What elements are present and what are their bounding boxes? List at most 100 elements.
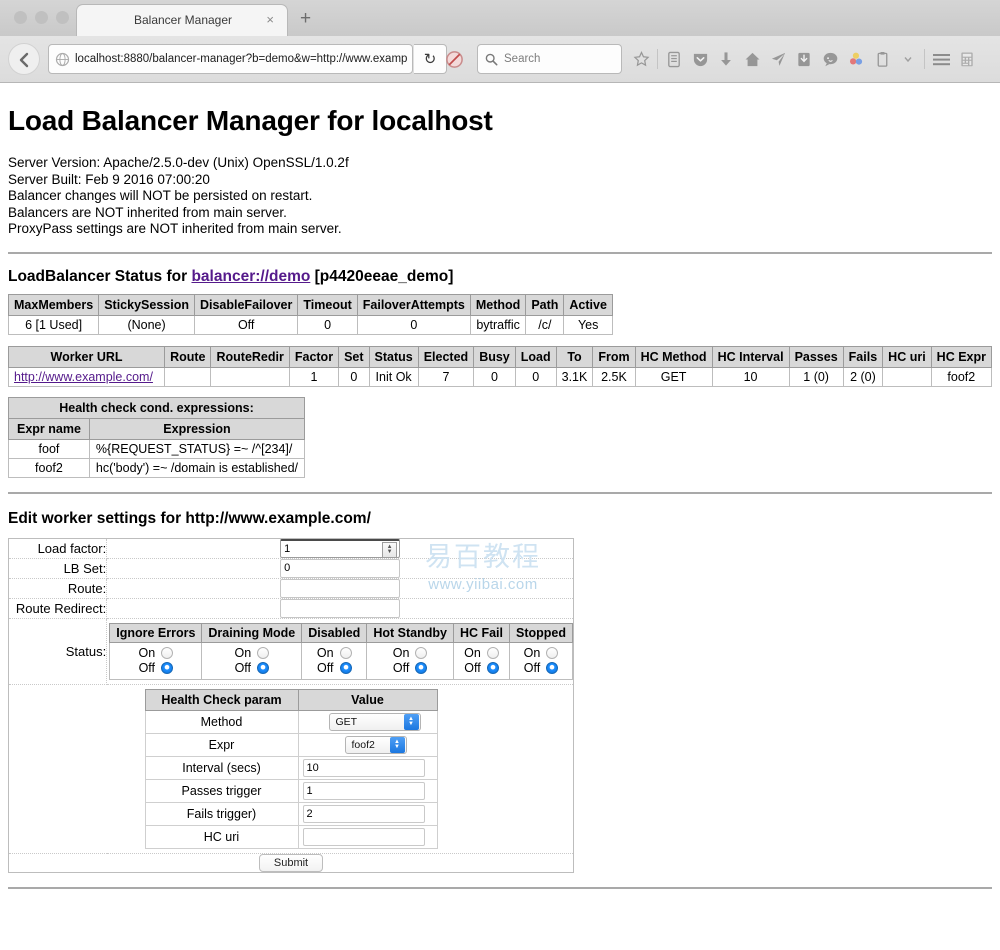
chat-icon[interactable] <box>817 44 843 74</box>
reload-button[interactable]: ↻ <box>414 44 447 74</box>
home-icon[interactable] <box>739 44 765 74</box>
balancer-link[interactable]: balancer://demo <box>191 268 310 285</box>
table-row: http://www.example.com/ 1 0 Init Ok 7 0 … <box>7 366 993 387</box>
back-button[interactable] <box>8 43 40 75</box>
col-hot-standby: Hot Standby <box>366 622 454 643</box>
route-input[interactable] <box>280 578 401 598</box>
table-header-row: Ignore Errors Draining Mode Disabled Hot… <box>109 622 573 643</box>
hc-passes-label: Passes trigger <box>144 778 299 803</box>
hc-expr-caption: Health check cond. expressions: <box>7 396 306 419</box>
col-elected: Elected <box>417 345 475 368</box>
col-expr-name: Expr name <box>8 417 90 440</box>
lb-set-label: LB Set: <box>7 557 108 579</box>
hc-expr-select[interactable]: foof2 ▲ ▼ <box>344 735 407 754</box>
stopped-off-radio[interactable] <box>546 662 559 674</box>
submit-button[interactable]: Submit <box>258 853 324 872</box>
ignore-errors-on-label: On <box>138 645 156 660</box>
hot-standby-on-label: On <box>392 645 410 660</box>
table-row-interval: Interval (secs) <box>144 755 438 780</box>
col-status: Status <box>368 345 419 368</box>
status-heading-suffix: [p4420eeae_demo] <box>310 267 454 285</box>
hc-fail-off-radio[interactable] <box>486 662 499 674</box>
col-load: Load <box>514 345 557 368</box>
save-page-icon[interactable] <box>791 44 817 74</box>
disabled-on-radio[interactable] <box>339 647 352 659</box>
route-redirect-input[interactable] <box>280 598 401 618</box>
download-icon[interactable] <box>713 44 739 74</box>
draining-mode-on-radio[interactable] <box>257 647 270 659</box>
form-row-status: Status: Ignore Errors Draining Mode Disa… <box>7 617 574 685</box>
route-redirect-field-cell <box>106 597 574 619</box>
window-controls[interactable] <box>14 11 69 24</box>
persist-warning-line: Balancer changes will NOT be persisted o… <box>8 188 313 203</box>
chevron-down-icon[interactable] <box>895 44 921 74</box>
worker-url-link[interactable]: http://www.example.com/ <box>14 370 153 384</box>
hamburger-menu-icon[interactable] <box>928 44 954 74</box>
disabled-off-radio[interactable] <box>339 662 352 674</box>
col-worker-url: Worker URL <box>7 345 166 368</box>
ignore-errors-on-radio[interactable] <box>161 647 174 659</box>
col-draining-mode: Draining Mode <box>201 622 303 643</box>
form-row-submit: Submit <box>8 852 574 873</box>
route-field-cell <box>106 577 574 599</box>
hc-expr-value-cell: foof2 ▲ ▼ <box>297 732 438 757</box>
clipboard-icon[interactable] <box>869 44 895 74</box>
status-field-cell: Ignore Errors Draining Mode Disabled Hot… <box>106 617 574 685</box>
minimize-window-button[interactable] <box>35 11 48 24</box>
pocket-icon[interactable] <box>687 44 713 74</box>
spinner-buttons[interactable]: ▲ ▼ <box>382 541 398 558</box>
lb-set-input[interactable] <box>280 558 401 578</box>
url-bar[interactable]: localhost:8880/balancer-manager?b=demo&w… <box>48 44 413 74</box>
calculator-icon[interactable] <box>954 44 980 74</box>
browser-navbar: localhost:8880/balancer-manager?b=demo&w… <box>0 36 1000 83</box>
lb-set-field-cell <box>106 557 574 579</box>
table-row: foof2 hc('body') =~ /domain is establish… <box>8 457 306 478</box>
col-expression: Expression <box>88 417 306 440</box>
section-divider-3 <box>8 886 992 889</box>
close-window-button[interactable] <box>14 11 27 24</box>
hc-interval-input[interactable] <box>302 758 425 777</box>
noscript-icon[interactable] <box>445 50 464 69</box>
proxypass-inherit-line: ProxyPass settings are NOT inherited fro… <box>8 221 342 236</box>
section-divider-1 <box>8 251 992 254</box>
load-factor-stepper[interactable]: ▲▼ <box>280 538 401 558</box>
colorful-dots-icon[interactable] <box>843 44 869 74</box>
col-hc-fail: HC Fail <box>452 622 511 643</box>
hc-fail-on-radio[interactable] <box>486 647 499 659</box>
col-hc-expr: HC Expr <box>930 345 993 368</box>
send-icon[interactable] <box>765 44 791 74</box>
browser-chrome: Balancer Manager × + localhost:8880/bala… <box>0 0 1000 83</box>
star-icon[interactable] <box>628 44 654 74</box>
hc-uri-input[interactable] <box>302 827 425 846</box>
hot-standby-off-radio[interactable] <box>415 662 428 674</box>
cell-expression: hc('body') =~ /domain is established/ <box>88 457 306 478</box>
col-routeredir: RouteRedir <box>210 345 290 368</box>
cell-hc-method: GET <box>634 366 713 387</box>
col-to: To <box>555 345 594 368</box>
hot-standby-on-radio[interactable] <box>415 647 428 659</box>
ignore-errors-off-radio[interactable] <box>161 662 174 674</box>
cell-expr-name: foof <box>8 438 90 459</box>
hc-passes-value-cell <box>297 778 438 803</box>
new-tab-button[interactable]: + <box>300 9 311 28</box>
reader-list-icon[interactable] <box>661 44 687 74</box>
hc-method-select[interactable]: GET ▲ ▼ <box>328 712 421 731</box>
cell-expression: %{REQUEST_STATUS} =~ /^[234]/ <box>88 438 306 459</box>
hc-passes-input[interactable] <box>302 781 425 800</box>
draining-mode-off-radio[interactable] <box>257 662 270 674</box>
hc-fails-input[interactable] <box>302 804 425 823</box>
form-row-health-check: Health Check param Value Method GET ▲▼ <box>8 683 574 854</box>
search-box[interactable]: Search <box>477 44 622 74</box>
maximize-window-button[interactable] <box>56 11 69 24</box>
stopped-on-radio[interactable] <box>546 647 559 659</box>
browser-titlebar: Balancer Manager × + <box>0 0 1000 36</box>
table-row-hc-uri: HC uri <box>144 824 438 849</box>
stopped-off-label: Off <box>523 660 541 675</box>
table-row-fails: Fails trigger) <box>144 801 438 826</box>
balancer-status-table: MaxMembers StickySession DisableFailover… <box>7 293 613 335</box>
table-row-passes: Passes trigger <box>144 778 438 803</box>
status-toggle-table: Ignore Errors Draining Mode Disabled Hot… <box>109 622 573 680</box>
browser-tab[interactable]: Balancer Manager × <box>76 4 288 36</box>
close-tab-icon[interactable]: × <box>266 13 274 27</box>
col-failoverattempts: FailoverAttempts <box>356 293 471 316</box>
